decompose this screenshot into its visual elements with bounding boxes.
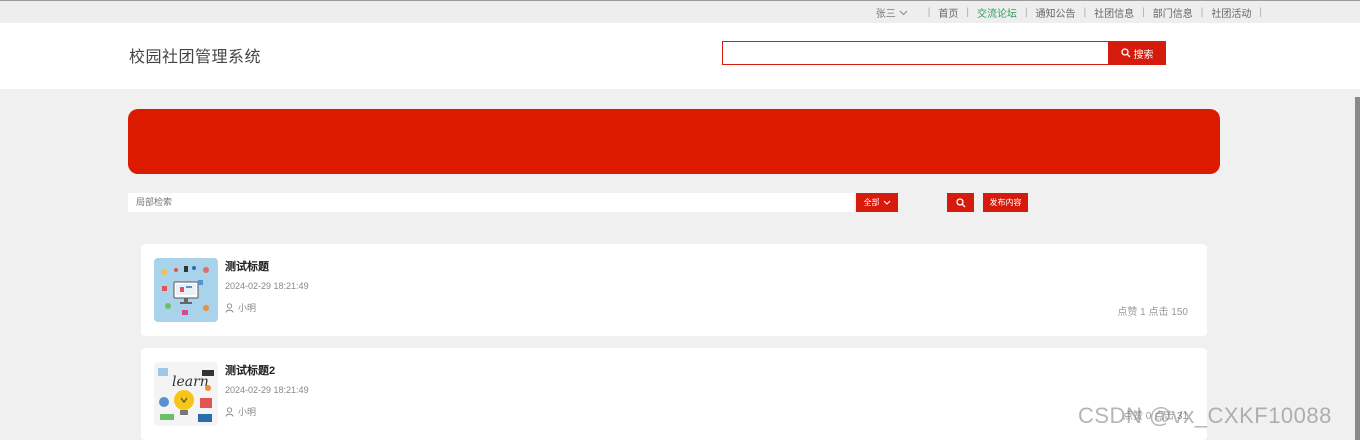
- category-select-value: 全部: [863, 198, 880, 207]
- post-author: 小明: [225, 405, 256, 418]
- post-title[interactable]: 测试标题: [225, 258, 269, 274]
- filter-search-button[interactable]: [947, 193, 974, 212]
- post-date: 2024-02-29 18:21:49: [225, 385, 309, 395]
- nav-divider: |: [1200, 7, 1204, 18]
- top-bar: 张三 | 首页 | 交流论坛 | 通知公告 | 社团信息 | 部门信息 | 社团…: [0, 0, 1360, 26]
- post-author-name: 小明: [238, 407, 257, 417]
- nav-divider: |: [1142, 7, 1145, 18]
- chevron-down-icon: [883, 200, 890, 205]
- search-icon: [1120, 48, 1130, 58]
- search-icon: [955, 197, 965, 207]
- category-select[interactable]: 全部: [856, 193, 898, 212]
- computer-illustration-icon: [154, 258, 218, 322]
- search-button[interactable]: 搜索: [1108, 41, 1166, 65]
- svg-text:learn: learn: [172, 374, 209, 390]
- user-icon: [225, 406, 234, 417]
- nav-divider: |: [1083, 7, 1087, 18]
- post-stats: 点赞 0 点击 31: [1122, 411, 1188, 422]
- post-author-name: 小明: [238, 303, 257, 313]
- user-name: 张三: [875, 9, 896, 20]
- chevron-down-icon: [899, 10, 908, 15]
- local-search-input[interactable]: [128, 193, 854, 212]
- nav-divider: |: [1024, 7, 1028, 18]
- nav-divider: |: [966, 7, 969, 18]
- post-card[interactable]: 测试标题 2024-02-29 18:21:49 小明 点赞 1 点击 150: [141, 244, 1207, 336]
- nav-notices[interactable]: 通知公告: [1034, 5, 1078, 20]
- search-button-label: 搜索: [1133, 49, 1154, 61]
- site-header: 校园社团管理系统 搜索: [0, 23, 1360, 89]
- post-thumbnail: learn: [154, 362, 218, 426]
- site-title: 校园社团管理系统: [129, 49, 262, 66]
- post-stats: 点赞 1 点击 150: [1117, 307, 1188, 318]
- post-title[interactable]: 测试标题2: [225, 362, 275, 378]
- nav-club-activities[interactable]: 社团活动: [1209, 5, 1253, 20]
- user-menu[interactable]: 张三: [876, 5, 908, 20]
- search-input[interactable]: [722, 41, 1109, 65]
- nav-divider: |: [1259, 7, 1262, 18]
- nav-forum[interactable]: 交流论坛: [972, 5, 1023, 26]
- post-thumbnail: [154, 258, 218, 322]
- post-date: 2024-02-29 18:21:49: [225, 281, 309, 291]
- nav-department-info[interactable]: 部门信息: [1151, 5, 1195, 20]
- nav-home[interactable]: 首页: [936, 5, 960, 20]
- nav-divider: |: [927, 7, 931, 18]
- scrollbar[interactable]: [1355, 97, 1360, 440]
- top-nav: 张三 | 首页 | 交流论坛 | 通知公告 | 社团信息 | 部门信息 | 社团…: [876, 5, 1268, 26]
- post-author: 小明: [225, 301, 256, 314]
- user-icon: [225, 302, 234, 313]
- learn-illustration-icon: learn: [154, 362, 218, 426]
- banner: [128, 109, 1220, 174]
- post-card[interactable]: learn 测试标题2 2024-02-29 18:21:49 小明 点赞 0 …: [141, 348, 1207, 440]
- publish-button[interactable]: 发布内容: [983, 193, 1028, 212]
- nav-club-info[interactable]: 社团信息: [1092, 5, 1136, 20]
